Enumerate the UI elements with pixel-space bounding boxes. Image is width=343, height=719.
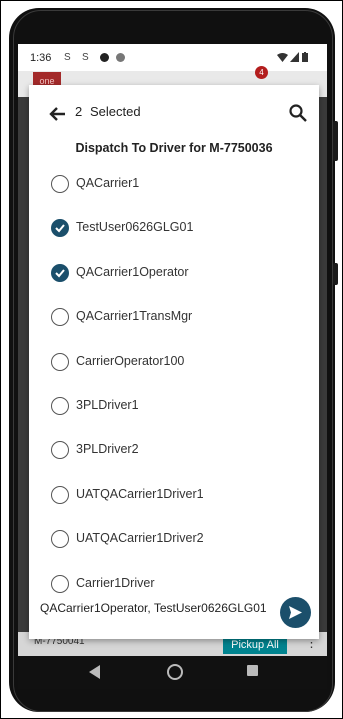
- battery-icon: [302, 52, 308, 62]
- power-button: [333, 121, 338, 161]
- nav-back-icon[interactable]: [89, 665, 100, 679]
- driver-name: 3PLDriver1: [76, 398, 139, 412]
- signal-icon: [290, 52, 299, 62]
- driver-name: Carrier1Driver: [76, 575, 155, 590]
- sim-icon: S: [82, 52, 89, 63]
- driver-list-item[interactable]: UATQACarrier1Driver1: [51, 484, 311, 508]
- radio-button[interactable]: [51, 175, 69, 193]
- selected-label: Selected: [90, 104, 141, 119]
- notification-badge[interactable]: 4: [255, 66, 268, 79]
- nav-recents-icon[interactable]: [247, 665, 258, 676]
- driver-list-item[interactable]: QACarrier1TransMgr: [51, 306, 311, 330]
- check-icon: [55, 224, 65, 233]
- selected-count: 2: [75, 104, 83, 119]
- driver-list-item[interactable]: QACarrier1: [51, 173, 311, 197]
- checked-radio-icon[interactable]: [51, 263, 69, 282]
- driver-list-item[interactable]: 3PLDriver2: [51, 439, 311, 463]
- sim-icon: S: [64, 52, 71, 63]
- driver-name: UATQACarrier1Driver2: [76, 531, 204, 546]
- volume-button: [333, 263, 338, 285]
- checked-radio-icon[interactable]: [51, 219, 69, 238]
- notification-dot-icon: [100, 53, 109, 62]
- selected-drivers-summary: QACarrier1Operator, TestUser0626GLG01: [40, 601, 267, 615]
- send-icon: [289, 606, 302, 619]
- status-time: 1:36: [30, 52, 52, 64]
- radio-button[interactable]: [51, 352, 69, 371]
- radio-button[interactable]: [51, 441, 69, 460]
- check-icon: [55, 269, 65, 278]
- wifi-icon: [277, 53, 288, 62]
- nav-home-icon[interactable]: [167, 664, 183, 680]
- dispatch-dialog: 2 Selected Dispatch To Driver for M-7750…: [29, 85, 319, 639]
- driver-name: QACarrier1TransMgr: [76, 309, 193, 324]
- driver-list-item[interactable]: Carrier1Driver: [51, 573, 311, 597]
- driver-list-item[interactable]: QACarrier1Operator: [51, 262, 311, 286]
- driver-list-item[interactable]: CarrierOperator100: [51, 351, 311, 375]
- driver-name: QACarrier1Operator: [76, 264, 189, 279]
- driver-list-item[interactable]: 3PLDriver1: [51, 395, 311, 419]
- radio-button[interactable]: [51, 530, 69, 549]
- driver-name: CarrierOperator100: [76, 353, 185, 368]
- send-button[interactable]: [280, 597, 311, 628]
- android-nav-bar: [18, 656, 327, 689]
- radio-button[interactable]: [51, 574, 69, 593]
- driver-name: 3PLDriver2: [76, 442, 139, 457]
- dialog-title: Dispatch To Driver for M-7750036: [75, 141, 273, 155]
- radio-button[interactable]: [51, 485, 69, 504]
- driver-name: UATQACarrier1Driver1: [76, 486, 204, 501]
- back-arrow-icon[interactable]: [49, 105, 67, 123]
- driver-list-item[interactable]: UATQACarrier1Driver2: [51, 528, 311, 552]
- notification-dot-icon: [116, 53, 125, 62]
- search-icon[interactable]: [288, 103, 308, 123]
- radio-button[interactable]: [51, 397, 69, 415]
- radio-button[interactable]: [51, 308, 69, 327]
- driver-name: QACarrier1: [76, 176, 140, 190]
- status-bar: 1:36 S S: [18, 44, 327, 71]
- driver-name: TestUser0626GLG01: [76, 220, 194, 235]
- driver-list-item[interactable]: TestUser0626GLG01: [51, 217, 311, 241]
